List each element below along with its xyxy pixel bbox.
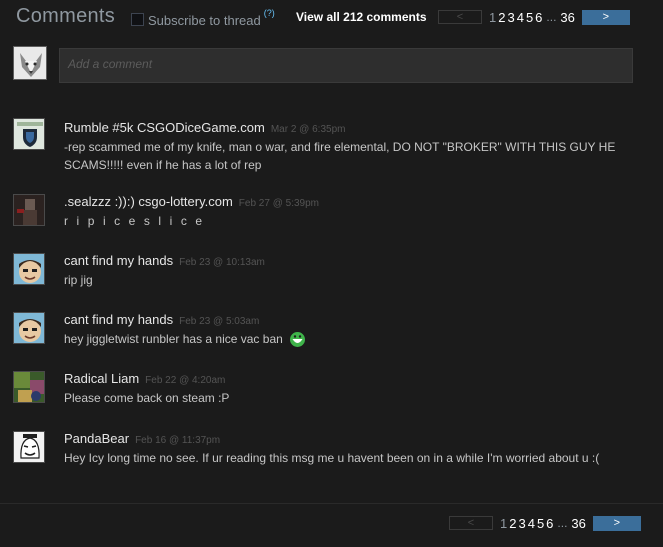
- comment-author[interactable]: cant find my hands: [64, 253, 173, 268]
- subscribe-control[interactable]: Subscribe to thread (?): [131, 8, 275, 28]
- comment-timestamp: Feb 22 @ 4:20am: [145, 375, 226, 386]
- top-pagination: < 1 2 3 4 5 6 ... 36 >: [438, 9, 630, 25]
- comment-author[interactable]: Rumble #5k CSGODiceGame.com: [64, 120, 265, 135]
- comment-timestamp: Feb 16 @ 11:37pm: [135, 435, 221, 446]
- comment-avatar[interactable]: [13, 431, 45, 463]
- bottom-pagination: < 1 2 3 4 5 6 ... 36 >: [449, 515, 641, 531]
- comment-timestamp: Feb 27 @ 5:39pm: [238, 198, 319, 209]
- next-page-button[interactable]: >: [581, 9, 630, 25]
- comment-text: Please come back on steam :P: [64, 391, 230, 405]
- comment-text: rip jig: [64, 273, 93, 287]
- comment-timestamp: Feb 23 @ 5:03am: [179, 316, 260, 327]
- comments-title: Comments: [16, 5, 116, 27]
- green-laughing-emoticon-icon: [290, 332, 306, 348]
- comment-text: r i p i c e s l i c e: [64, 214, 205, 228]
- compose-area: [13, 46, 47, 80]
- comment-author[interactable]: Radical Liam: [64, 371, 139, 386]
- page-4[interactable]: 4: [528, 516, 535, 531]
- add-comment-input[interactable]: Add a comment: [59, 48, 633, 83]
- pagination-ellipsis: ...: [557, 516, 568, 530]
- comment-timestamp: Feb 23 @ 10:13am: [179, 257, 265, 268]
- view-all-comments-link[interactable]: View all 212 comments: [296, 10, 427, 24]
- shield-badge-avatar-icon: [14, 119, 44, 149]
- page-4[interactable]: 4: [517, 10, 524, 25]
- page-1: 1: [489, 9, 497, 25]
- page-5[interactable]: 5: [537, 516, 544, 531]
- prev-page-button[interactable]: <: [449, 516, 493, 530]
- page-1: 1: [500, 515, 508, 531]
- wolf-avatar-icon: [14, 47, 46, 79]
- page-last[interactable]: 36: [560, 10, 574, 25]
- comment-author[interactable]: .sealzzz :)):) csgo-lottery.com: [64, 194, 233, 209]
- comment-avatar[interactable]: [13, 194, 45, 226]
- comment-author[interactable]: cant find my hands: [64, 312, 173, 327]
- comment-text: -rep scammed me of my knife, man o war, …: [64, 140, 616, 172]
- comment-timestamp: Mar 2 @ 6:35pm: [270, 124, 346, 135]
- comment-avatar[interactable]: [13, 312, 45, 344]
- current-user-avatar: [13, 46, 47, 80]
- page-2[interactable]: 2: [498, 10, 505, 25]
- colorful-scene-avatar-icon: [14, 372, 44, 402]
- prev-page-button[interactable]: <: [438, 10, 482, 24]
- footer-divider: [0, 503, 663, 504]
- page-3[interactable]: 3: [507, 10, 514, 25]
- next-page-button[interactable]: >: [592, 515, 641, 531]
- comment-author[interactable]: PandaBear: [64, 431, 129, 446]
- subscribe-label[interactable]: Subscribe to thread: [148, 13, 261, 28]
- dark-figure-avatar-icon: [14, 195, 44, 225]
- page-last[interactable]: 36: [571, 516, 585, 531]
- comment-text: hey jiggletwist runbler has a nice vac b…: [64, 332, 283, 346]
- page-2[interactable]: 2: [509, 516, 516, 531]
- pagination-ellipsis: ...: [546, 10, 557, 24]
- comment-avatar[interactable]: [13, 371, 45, 403]
- meme-face-avatar-icon: [14, 432, 44, 462]
- comment-avatar[interactable]: [13, 118, 45, 150]
- page-6[interactable]: 6: [535, 10, 542, 25]
- comment-avatar[interactable]: [13, 253, 45, 285]
- comment-text: Hey Icy long time no see. If ur reading …: [64, 451, 600, 465]
- help-link[interactable]: (?): [264, 8, 275, 18]
- comments-header: Comments Subscribe to thread (?) View al…: [0, 0, 663, 40]
- page-3[interactable]: 3: [518, 516, 525, 531]
- subscribe-checkbox[interactable]: [131, 12, 144, 26]
- page-5[interactable]: 5: [526, 10, 533, 25]
- cartoon-face-avatar-icon: [14, 313, 44, 343]
- page-6[interactable]: 6: [546, 516, 553, 531]
- cartoon-face-avatar-icon: [14, 254, 44, 284]
